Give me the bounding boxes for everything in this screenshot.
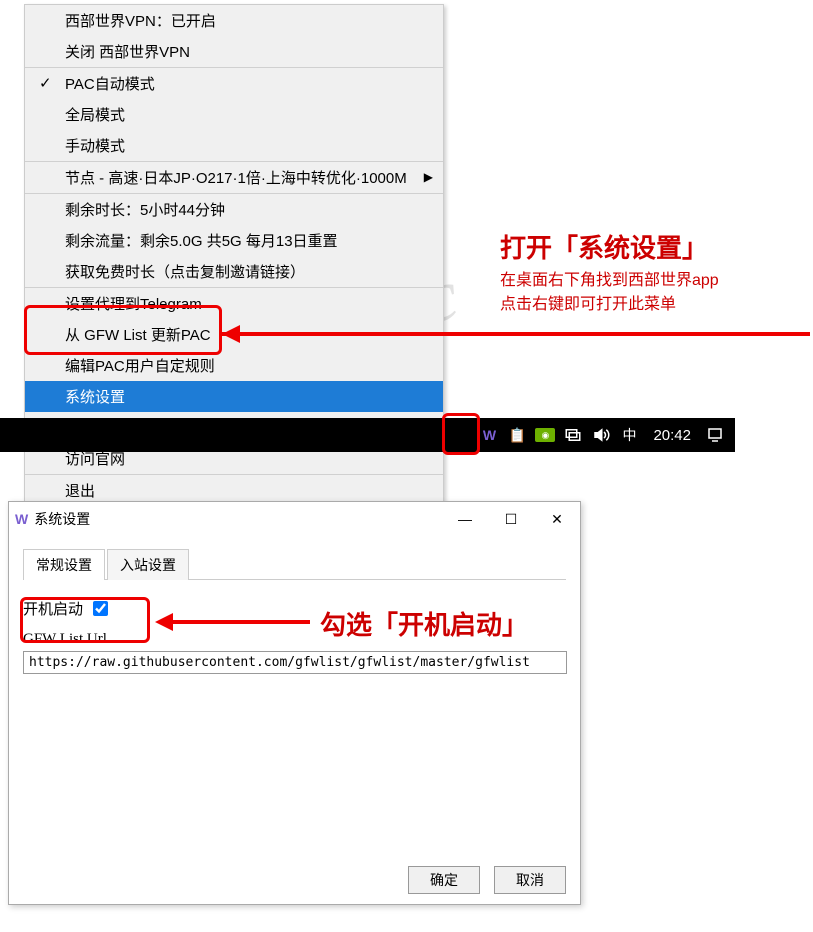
menu-global-mode[interactable]: 全局模式 bbox=[25, 99, 443, 130]
cancel-button[interactable]: 取消 bbox=[494, 866, 566, 894]
network-icon[interactable] bbox=[561, 423, 585, 447]
autostart-label: 开机启动 bbox=[23, 598, 83, 619]
check-icon: ✓ bbox=[39, 74, 52, 92]
menu-remaining-time: 剩余时长：5小时44分钟 bbox=[25, 194, 443, 225]
tray-app-icon[interactable]: 📋 bbox=[505, 423, 529, 447]
tab-general[interactable]: 常规设置 bbox=[23, 549, 105, 580]
annotation-arrow bbox=[222, 332, 810, 336]
menu-get-free[interactable]: 获取免费时长（点击复制邀请链接） bbox=[25, 256, 443, 288]
close-button[interactable]: ✕ bbox=[534, 502, 580, 536]
annotation-title: 打开「系统设置」 bbox=[500, 228, 719, 265]
annotation-text-1: 打开「系统设置」 在桌面右下角找到西部世界app点击右键即可打开此菜单 bbox=[500, 228, 719, 317]
autostart-checkbox[interactable] bbox=[93, 601, 108, 616]
system-settings-window: W 系统设置 — ☐ ✕ 常规设置 入站设置 开机启动 GFW List Url… bbox=[8, 501, 581, 905]
ime-indicator[interactable]: 中 bbox=[617, 423, 641, 447]
menu-label: 节点 - 高速·日本JP·O217·1倍·上海中转优化·1000M bbox=[65, 170, 407, 187]
window-title: 系统设置 bbox=[34, 509, 90, 529]
menu-edit-pac[interactable]: 编辑PAC用户自定规则 bbox=[25, 350, 443, 381]
annotation-body: 在桌面右下角找到西部世界app点击右键即可打开此菜单 bbox=[500, 269, 719, 317]
menu-pac-auto[interactable]: ✓ PAC自动模式 bbox=[25, 68, 443, 99]
taskbar: W 📋 ◉ 中 20:42 bbox=[0, 418, 735, 452]
annotation-arrow-head bbox=[155, 613, 173, 631]
app-icon: W bbox=[15, 511, 28, 527]
menu-proxy-telegram[interactable]: 设置代理到Telegram bbox=[25, 288, 443, 319]
menu-label: PAC自动模式 bbox=[65, 76, 155, 93]
annotation-arrow-head bbox=[222, 325, 240, 343]
dialog-buttons: 确定 取消 bbox=[408, 866, 566, 894]
nvidia-tray-icon[interactable]: ◉ bbox=[533, 423, 557, 447]
menu-manual-mode[interactable]: 手动模式 bbox=[25, 130, 443, 162]
tab-inbound[interactable]: 入站设置 bbox=[107, 549, 189, 580]
clock[interactable]: 20:42 bbox=[653, 427, 691, 444]
menu-node[interactable]: 节点 - 高速·日本JP·O217·1倍·上海中转优化·1000M ▶ bbox=[25, 162, 443, 194]
menu-remaining-data: 剩余流量：剩余5.0G 共5G 每月13日重置 bbox=[25, 225, 443, 256]
app-tray-icon[interactable]: W bbox=[477, 423, 501, 447]
annotation-text-2: 勾选「开机启动」 bbox=[320, 605, 528, 642]
titlebar: W 系统设置 — ☐ ✕ bbox=[9, 502, 580, 536]
tabs: 常规设置 入站设置 bbox=[23, 548, 566, 580]
notifications-icon[interactable] bbox=[703, 423, 727, 447]
menu-close-vpn[interactable]: 关闭 西部世界VPN bbox=[25, 36, 443, 68]
maximize-button[interactable]: ☐ bbox=[488, 502, 534, 536]
chevron-right-icon: ▶ bbox=[424, 170, 433, 184]
annotation-arrow bbox=[170, 620, 310, 624]
menu-system-settings[interactable]: 系统设置 bbox=[25, 381, 443, 412]
menu-vpn-status: 西部世界VPN：已开启 bbox=[25, 5, 443, 36]
volume-icon[interactable] bbox=[589, 423, 613, 447]
gfw-url-input[interactable] bbox=[23, 651, 567, 674]
ok-button[interactable]: 确定 bbox=[408, 866, 480, 894]
minimize-button[interactable]: — bbox=[442, 502, 488, 536]
